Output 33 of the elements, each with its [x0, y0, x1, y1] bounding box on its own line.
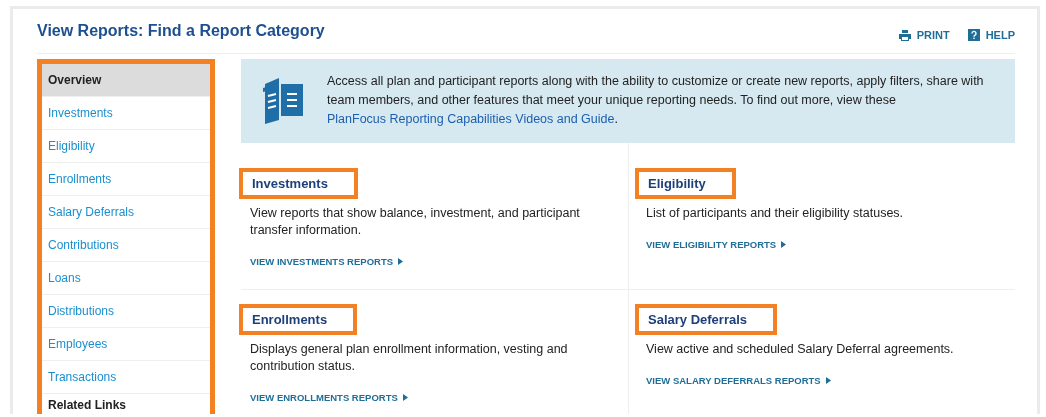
caret-icon	[825, 377, 831, 384]
sidebar-item[interactable]: Salary Deferrals	[42, 196, 210, 229]
printer-icon	[898, 29, 911, 41]
category-heading: Enrollments	[239, 304, 358, 335]
sidebar-item[interactable]: Eligibility	[42, 130, 210, 163]
help-icon	[967, 29, 980, 41]
page-title: View Reports: Find a Report Category	[37, 22, 325, 40]
category-heading: Salary Deferrals	[635, 304, 777, 335]
help-link[interactable]: HELP	[967, 29, 1015, 41]
category-description: List of participants and their eligibility statuses.	[646, 205, 905, 222]
category-heading: Eligibility	[635, 168, 736, 199]
category-description: Displays general plan enrollment information, vesting and contribution status.	[250, 341, 569, 375]
caret-icon	[398, 258, 404, 265]
sidebar-item[interactable]: Transactions	[42, 361, 210, 394]
category-heading: Investments	[239, 168, 358, 199]
sidebar-item[interactable]: Overview	[42, 64, 210, 97]
category-description: View active and scheduled Salary Deferral agreements.	[646, 341, 955, 358]
caret-icon	[781, 241, 787, 248]
sidebar-item[interactable]: Contributions	[42, 229, 210, 262]
info-text: Access all plan and participant reports along with the ability to customize or create new reports, apply filters, share with team members, and other features that meet your unique reporting needs. To find out more, view these PlanFocus Reporting Capabilities Videos and Guide.	[327, 73, 985, 128]
sidebar-item[interactable]: Distributions	[42, 295, 210, 328]
sidebar-item[interactable]: Investments	[42, 97, 210, 130]
sidebar-item[interactable]: Employees	[42, 328, 210, 361]
view-reports-link[interactable]: VIEW ENROLLMENTS REPORTS	[250, 392, 408, 403]
view-reports-link[interactable]: VIEW ELIGIBILITY REPORTS	[646, 239, 787, 250]
caret-icon	[402, 394, 408, 401]
print-link[interactable]: PRINT	[898, 29, 950, 41]
sidebar-item[interactable]: Enrollments	[42, 163, 210, 196]
sidebar-item[interactable]: Loans	[42, 262, 210, 295]
view-reports-link[interactable]: VIEW INVESTMENTS REPORTS	[250, 256, 404, 267]
related-links-heading: Related Links	[47, 397, 128, 412]
view-reports-link[interactable]: VIEW SALARY DEFERRALS REPORTS	[646, 375, 831, 386]
category-description: View reports that show balance, investment, and participant transfer information.	[250, 205, 581, 239]
